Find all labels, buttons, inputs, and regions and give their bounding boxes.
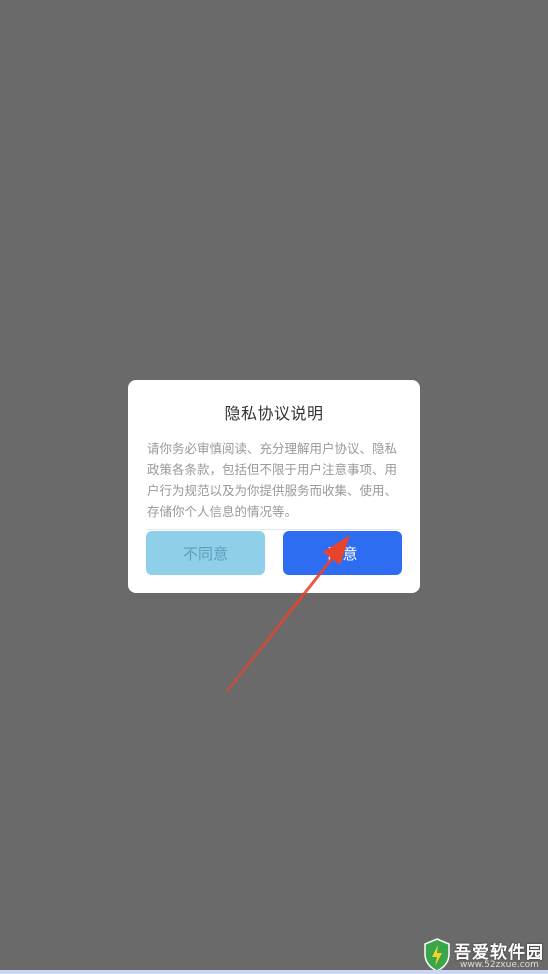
watermark-url: www.52zxue.com bbox=[460, 960, 539, 970]
dialog-body-text: 请你务必审慎阅读、充分理解用户协议、隐私政策各条款，包括但不限于用户注意事项、用… bbox=[147, 441, 398, 519]
green-shield-icon bbox=[424, 938, 450, 972]
disagree-button[interactable]: 不同意 bbox=[146, 531, 265, 575]
dialog-title: 隐私协议说明 bbox=[224, 404, 324, 423]
dialog-divider bbox=[147, 529, 401, 530]
bottom-edge-bar bbox=[0, 970, 548, 974]
privacy-dialog: 隐私协议说明 请你务必审慎阅读、充分理解用户协议、隐私政策各条款，包括但不限于用… bbox=[128, 380, 420, 593]
watermark: 吾爱软件园 www.52zxue.com bbox=[420, 932, 548, 974]
agree-button[interactable]: 同意 bbox=[283, 531, 402, 575]
